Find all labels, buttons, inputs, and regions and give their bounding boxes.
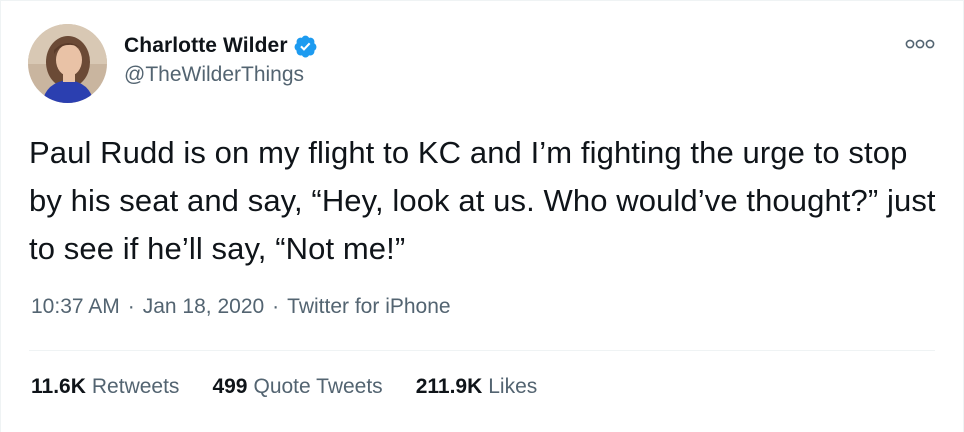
tweet-source[interactable]: Twitter for iPhone	[287, 295, 450, 319]
author-name-row[interactable]: Charlotte Wilder	[124, 31, 318, 61]
verified-badge-icon	[293, 34, 318, 59]
more-options-icon[interactable]	[905, 37, 935, 51]
retweets-stat[interactable]: 11.6K Retweets	[31, 375, 179, 399]
likes-label: Likes	[488, 375, 538, 398]
tweet-time[interactable]: 10:37 AM	[31, 295, 120, 319]
retweets-label: Retweets	[91, 375, 180, 398]
meta-separator: ·	[272, 295, 280, 318]
tweet-card: Charlotte Wilder @TheWilderThings Paul R…	[0, 0, 964, 432]
engagement-stats: 11.6K Retweets 499 Quote Tweets 211.9K L…	[31, 375, 570, 399]
author-handle[interactable]: @TheWilderThings	[124, 63, 304, 87]
divider	[29, 350, 935, 351]
meta-separator: ·	[127, 295, 135, 318]
likes-count: 211.9K	[415, 375, 483, 398]
quote-tweets-count: 499	[212, 375, 248, 398]
tweet-date[interactable]: Jan 18, 2020	[143, 295, 264, 319]
likes-stat[interactable]: 211.9K Likes	[416, 375, 538, 399]
quote-tweets-label: Quote Tweets	[253, 375, 383, 398]
avatar[interactable]	[28, 24, 107, 103]
tweet-text: Paul Rudd is on my flight to KC and I’m …	[29, 135, 936, 266]
author-display-name[interactable]: Charlotte Wilder	[124, 34, 288, 58]
quote-tweets-stat[interactable]: 499 Quote Tweets	[212, 375, 382, 399]
avatar-image	[28, 24, 107, 103]
tweet-meta: 10:37 AM · Jan 18, 2020 · Twitter for iP…	[31, 295, 451, 319]
retweets-count: 11.6K	[31, 375, 86, 398]
